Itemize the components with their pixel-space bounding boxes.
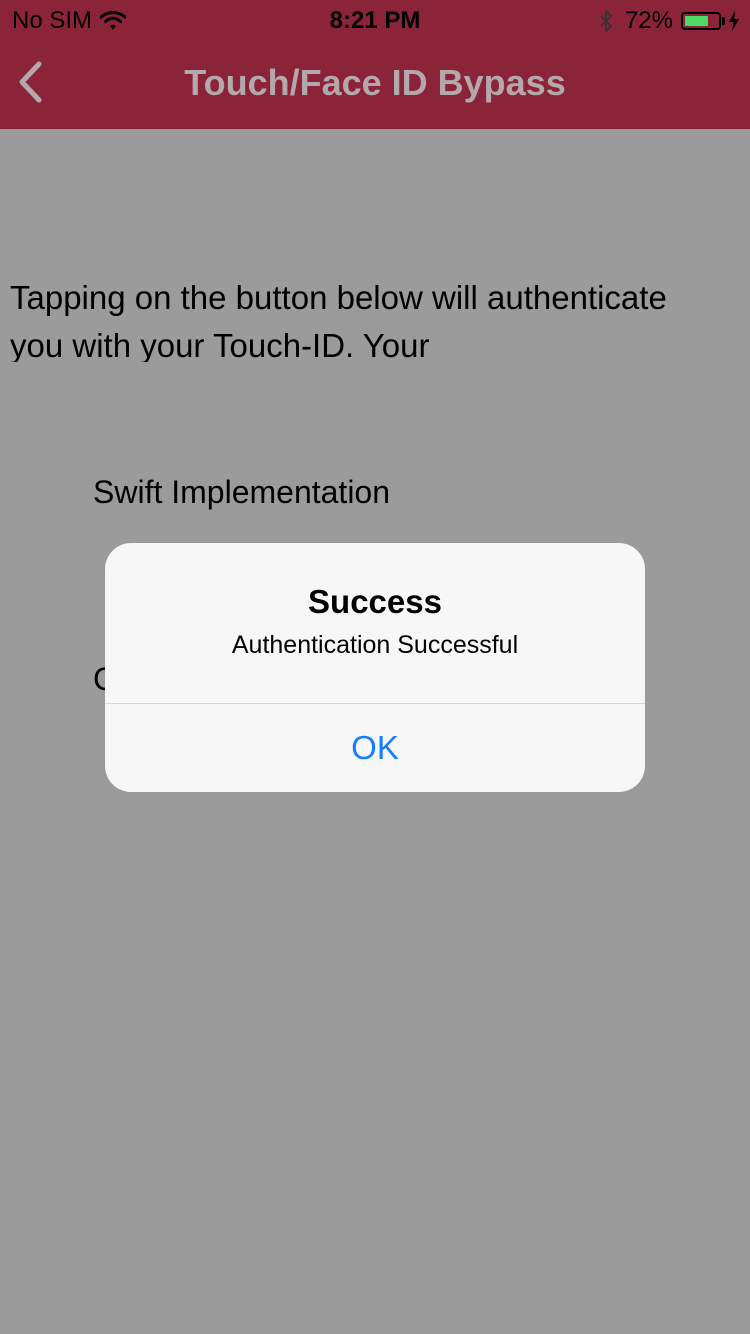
battery-level-fill — [685, 16, 709, 26]
battery-percent: 72% — [624, 7, 673, 34]
alert-dialog: Success Authentication Successful OK — [105, 543, 645, 792]
bluetooth-icon — [600, 10, 612, 32]
status-bar: No SIM 8:21 PM 72% — [0, 0, 750, 40]
alert-title: Success — [308, 583, 442, 620]
navigation-bar: Touch/Face ID Bypass — [0, 40, 750, 129]
ok-button[interactable]: OK — [105, 704, 645, 792]
swift-implementation-button[interactable]: Swift Implementation — [93, 474, 390, 511]
battery-icon — [681, 12, 721, 30]
description-text: Tapping on the button below will authent… — [10, 279, 667, 362]
page-title: Touch/Face ID Bypass — [184, 62, 566, 103]
status-indicators: 72% — [599, 7, 740, 35]
alert-message: Authentication Successful — [231, 631, 519, 659]
battery-tip — [722, 17, 725, 25]
charging-bolt-icon — [729, 11, 739, 31]
description-container: Tapping on the button below will authent… — [10, 274, 710, 362]
